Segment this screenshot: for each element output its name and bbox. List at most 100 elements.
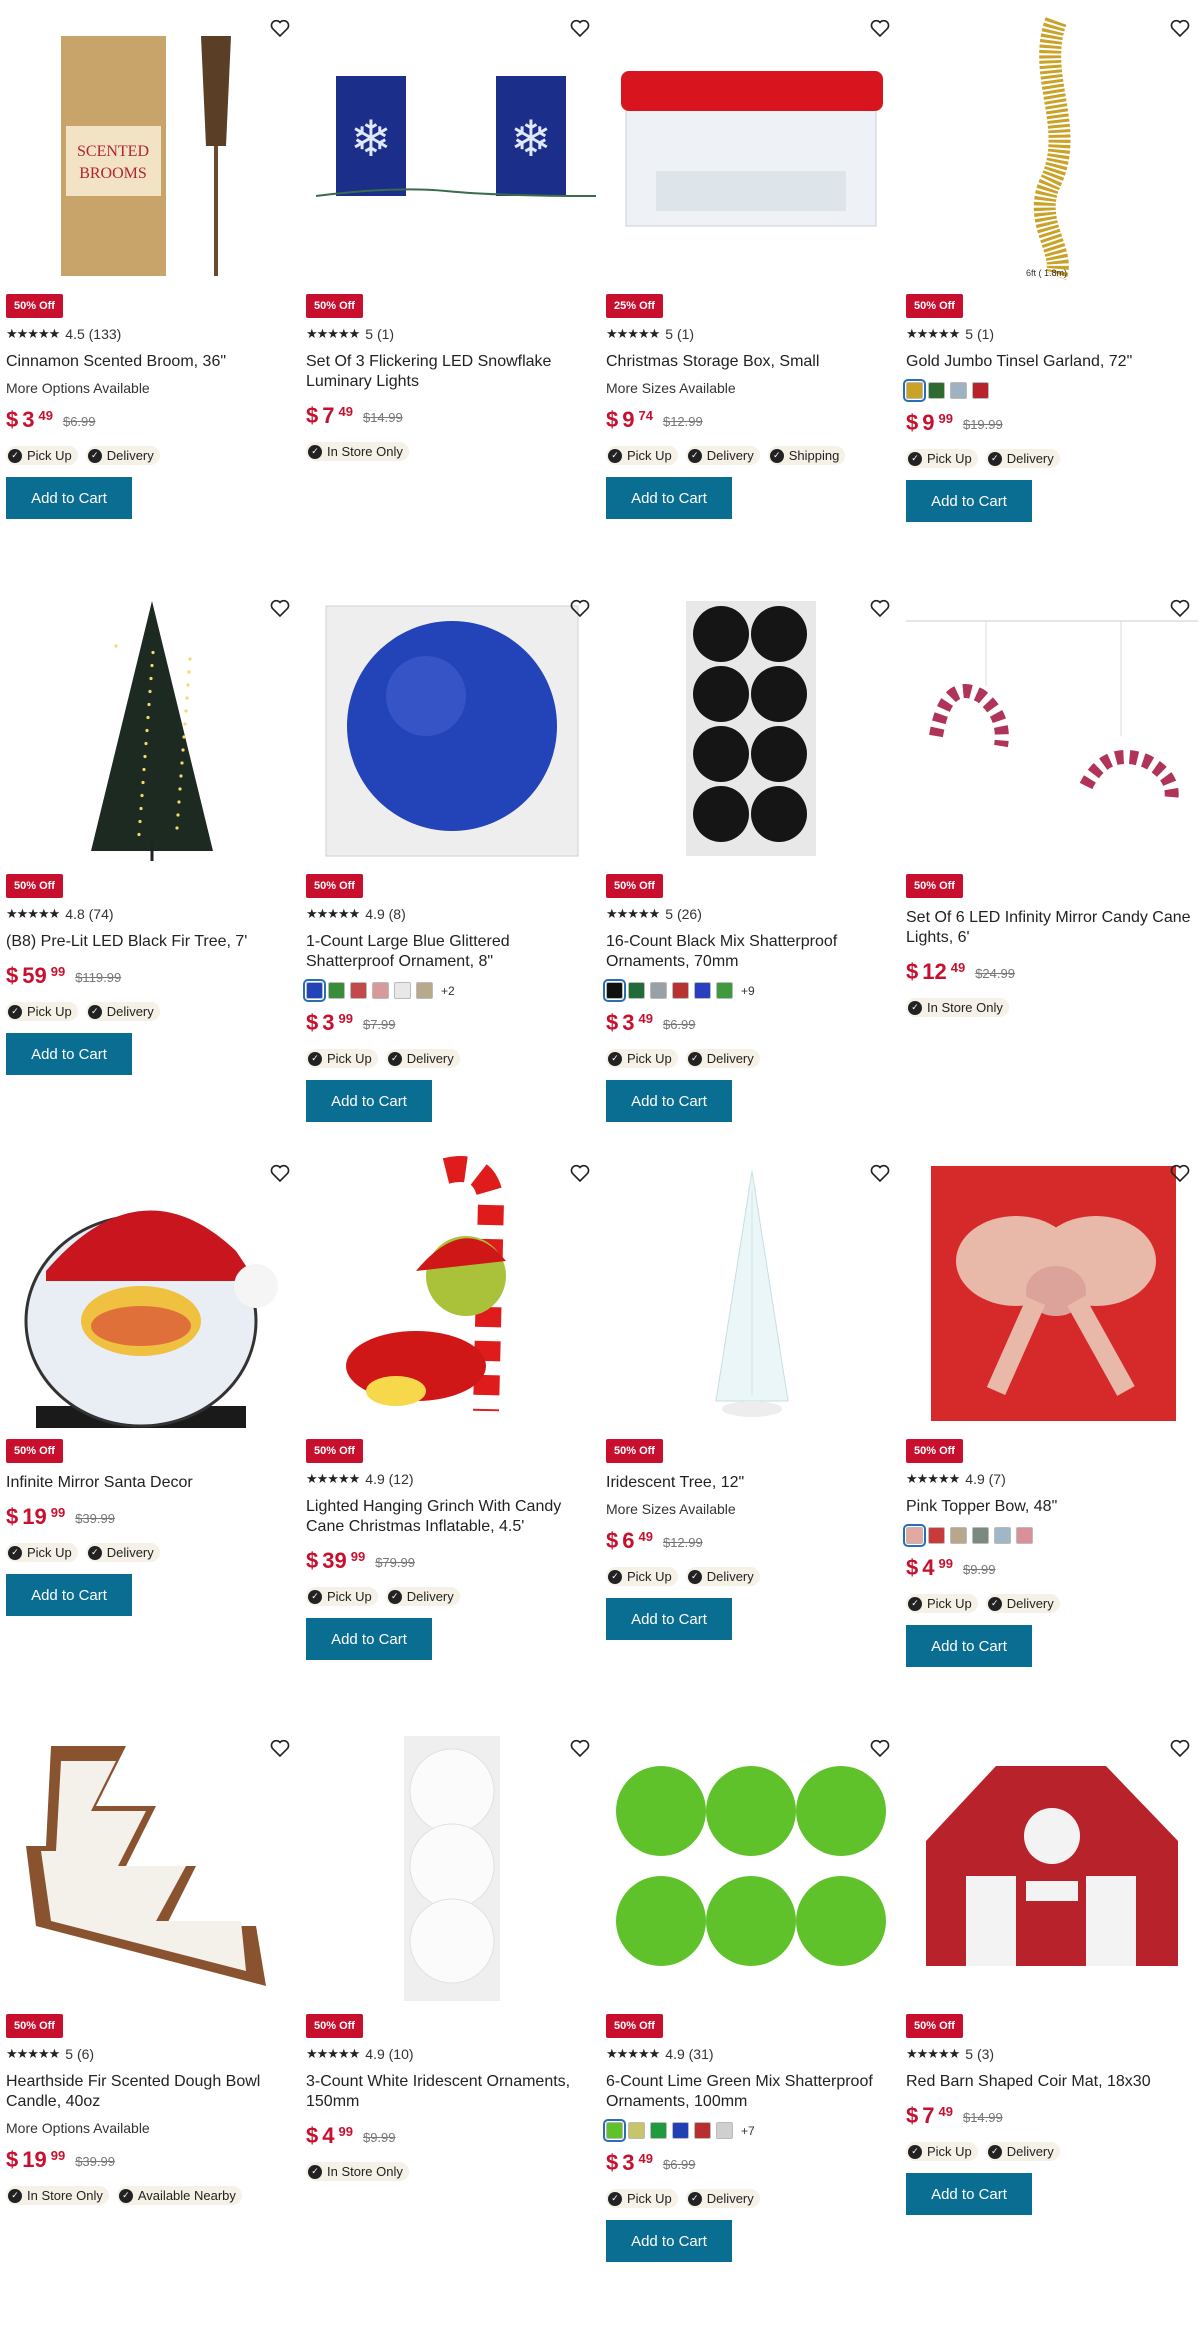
- product-card[interactable]: ❄ ❄ 50% Off ★★★★★ 5 (1) Set Of 3 Flickeri…: [306, 6, 598, 461]
- product-card[interactable]: 50% Off ★★★★★ 4.9 (10) 3-Count White Iri…: [306, 1726, 598, 2181]
- heart-icon[interactable]: [1168, 596, 1192, 620]
- heart-icon[interactable]: [1168, 1161, 1192, 1185]
- product-image[interactable]: [6, 1726, 298, 2006]
- heart-icon[interactable]: [568, 1736, 592, 1760]
- add-to-cart-button[interactable]: Add to Cart: [906, 1625, 1032, 1667]
- product-image[interactable]: [306, 1726, 598, 2006]
- add-to-cart-button[interactable]: Add to Cart: [906, 480, 1032, 522]
- color-swatch[interactable]: [328, 982, 345, 999]
- product-image[interactable]: [306, 586, 598, 866]
- product-image[interactable]: SCENTED BROOMS: [6, 6, 298, 286]
- add-to-cart-button[interactable]: Add to Cart: [306, 1080, 432, 1122]
- color-swatch[interactable]: [350, 982, 367, 999]
- more-swatches[interactable]: +9: [741, 984, 755, 998]
- heart-icon[interactable]: [568, 16, 592, 40]
- product-image[interactable]: 6ft ( 1.8m): [906, 6, 1198, 286]
- color-swatch[interactable]: [950, 382, 967, 399]
- product-title[interactable]: Infinite Mirror Santa Decor: [6, 1473, 298, 1493]
- product-title[interactable]: Red Barn Shaped Coir Mat, 18x30: [906, 2072, 1198, 2092]
- product-title[interactable]: Gold Jumbo Tinsel Garland, 72": [906, 352, 1198, 372]
- product-title[interactable]: Iridescent Tree, 12": [606, 1473, 898, 1493]
- color-swatch[interactable]: [903, 1524, 926, 1547]
- add-to-cart-button[interactable]: Add to Cart: [606, 1598, 732, 1640]
- heart-icon[interactable]: [868, 16, 892, 40]
- product-title[interactable]: Set Of 3 Flickering LED Snowflake Lumina…: [306, 352, 598, 392]
- add-to-cart-button[interactable]: Add to Cart: [606, 1080, 732, 1122]
- product-card[interactable]: 50% Off ★★★★★ 5 (26) 16-Count Black Mix …: [603, 586, 898, 1122]
- product-image[interactable]: [606, 586, 898, 866]
- product-title[interactable]: Hearthside Fir Scented Dough Bowl Candle…: [6, 2072, 298, 2112]
- color-swatch[interactable]: [1016, 1527, 1033, 1544]
- product-image[interactable]: [906, 586, 1198, 866]
- product-card[interactable]: 50% Off ★★★★★ 4.8 (74) (B8) Pre-Lit LED …: [6, 586, 298, 1075]
- color-swatch[interactable]: [650, 982, 667, 999]
- color-swatch[interactable]: [303, 979, 326, 1002]
- product-card[interactable]: 50% Off ★★★★★ 5 (6) Hearthside Fir Scent…: [6, 1726, 298, 2205]
- product-image[interactable]: [606, 1151, 898, 1431]
- color-swatch[interactable]: [650, 2122, 667, 2139]
- add-to-cart-button[interactable]: Add to Cart: [6, 477, 132, 519]
- product-title[interactable]: Christmas Storage Box, Small: [606, 352, 898, 372]
- product-card[interactable]: 6ft ( 1.8m) 50% Off ★★★★★ 5 (1) Gold Jum…: [903, 6, 1198, 522]
- product-title[interactable]: 6-Count Lime Green Mix Shatterproof Orna…: [606, 2072, 898, 2112]
- heart-icon[interactable]: [1168, 16, 1192, 40]
- product-card[interactable]: SCENTED BROOMS 50% Off ★★★★★ 4.5 (133) Ci…: [6, 6, 298, 519]
- product-title[interactable]: Lighted Hanging Grinch With Candy Cane C…: [306, 1497, 598, 1537]
- color-swatch[interactable]: [672, 982, 689, 999]
- product-card[interactable]: 50% Off Infinite Mirror Santa Decor $ 19 …: [6, 1151, 298, 1616]
- color-swatch[interactable]: [372, 982, 389, 999]
- color-swatch[interactable]: [928, 382, 945, 399]
- product-title[interactable]: 3-Count White Iridescent Ornaments, 150m…: [306, 2072, 598, 2112]
- heart-icon[interactable]: [268, 1736, 292, 1760]
- product-card[interactable]: 50% Off Iridescent Tree, 12" More Sizes Av…: [606, 1151, 898, 1640]
- color-swatch[interactable]: [972, 382, 989, 399]
- product-image[interactable]: [606, 6, 898, 286]
- color-swatch[interactable]: [416, 982, 433, 999]
- color-swatch[interactable]: [603, 979, 626, 1002]
- heart-icon[interactable]: [568, 1161, 592, 1185]
- product-title[interactable]: 1-Count Large Blue Glittered Shatterproo…: [306, 932, 598, 972]
- add-to-cart-button[interactable]: Add to Cart: [606, 2220, 732, 2262]
- heart-icon[interactable]: [268, 1161, 292, 1185]
- more-swatches[interactable]: +2: [441, 984, 455, 998]
- product-card[interactable]: 50% Off ★★★★★ 5 (3) Red Barn Shaped Coir…: [906, 1726, 1198, 2215]
- color-swatch[interactable]: [694, 2122, 711, 2139]
- product-card[interactable]: 50% Off ★★★★★ 4.9 (8) 1-Count Large Blue…: [303, 586, 598, 1122]
- more-swatches[interactable]: +7: [741, 2124, 755, 2138]
- color-swatch[interactable]: [394, 982, 411, 999]
- add-to-cart-button[interactable]: Add to Cart: [906, 2173, 1032, 2215]
- product-image[interactable]: [6, 1151, 298, 1431]
- product-image[interactable]: [6, 586, 298, 866]
- color-swatch[interactable]: [903, 379, 926, 402]
- color-swatch[interactable]: [994, 1527, 1011, 1544]
- product-title[interactable]: Pink Topper Bow, 48": [906, 1497, 1198, 1517]
- add-to-cart-button[interactable]: Add to Cart: [306, 1618, 432, 1660]
- color-swatch[interactable]: [628, 2122, 645, 2139]
- color-swatch[interactable]: [972, 1527, 989, 1544]
- product-title[interactable]: (B8) Pre-Lit LED Black Fir Tree, 7': [6, 932, 298, 952]
- heart-icon[interactable]: [268, 16, 292, 40]
- product-title[interactable]: Set Of 6 LED Infinity Mirror Candy Cane …: [906, 908, 1198, 948]
- product-image[interactable]: ❄ ❄: [306, 6, 598, 286]
- heart-icon[interactable]: [868, 1161, 892, 1185]
- product-image[interactable]: [906, 1151, 1198, 1431]
- add-to-cart-button[interactable]: Add to Cart: [6, 1574, 132, 1616]
- color-swatch[interactable]: [928, 1527, 945, 1544]
- heart-icon[interactable]: [268, 596, 292, 620]
- heart-icon[interactable]: [868, 596, 892, 620]
- product-image[interactable]: [306, 1151, 598, 1431]
- product-title[interactable]: Cinnamon Scented Broom, 36": [6, 352, 298, 372]
- add-to-cart-button[interactable]: Add to Cart: [606, 477, 732, 519]
- heart-icon[interactable]: [1168, 1736, 1192, 1760]
- product-image[interactable]: [906, 1726, 1198, 2006]
- add-to-cart-button[interactable]: Add to Cart: [6, 1033, 132, 1075]
- heart-icon[interactable]: [568, 596, 592, 620]
- product-card[interactable]: 50% Off ★★★★★ 4.9 (31) 6-Count Lime Gree…: [603, 1726, 898, 2262]
- color-swatch[interactable]: [672, 2122, 689, 2139]
- product-image[interactable]: [606, 1726, 898, 2006]
- product-card[interactable]: 50% Off Set Of 6 LED Infinity Mirror Cand…: [906, 586, 1198, 1017]
- product-card[interactable]: 25% Off ★★★★★ 5 (1) Christmas Storage Bo…: [606, 6, 898, 519]
- color-swatch[interactable]: [603, 2119, 626, 2142]
- color-swatch[interactable]: [716, 2122, 733, 2139]
- product-card[interactable]: 50% Off ★★★★★ 4.9 (7) Pink Topper Bow, 4…: [903, 1151, 1198, 1667]
